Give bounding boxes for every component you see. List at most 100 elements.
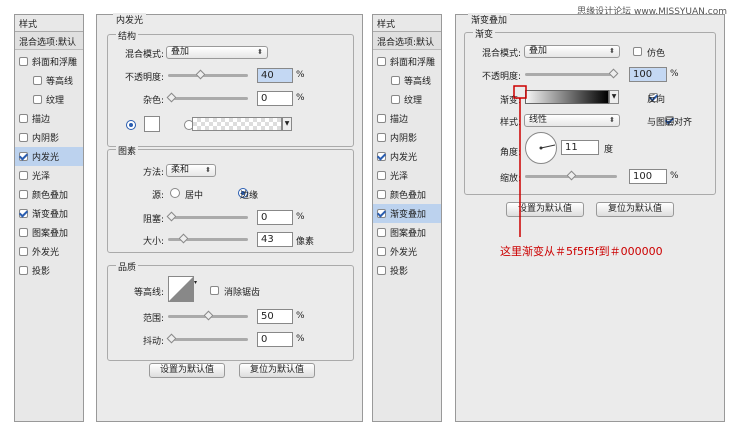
reset-default-button[interactable]: 复位为默认值 (239, 363, 315, 378)
style-list-item[interactable]: 内发光 (15, 147, 83, 166)
style-list-item[interactable]: 图案叠加 (373, 223, 441, 242)
glow-color-swatch[interactable] (144, 116, 160, 132)
slider-knob[interactable] (566, 170, 576, 181)
style-list-item[interactable]: 等高线 (373, 71, 441, 90)
opacity-slider[interactable] (525, 68, 619, 79)
chevron-updown-icon: ⬍ (609, 116, 615, 124)
quality-group: 品质 等高线: ▾ 消除锯齿 范围: 50 % 抖动: 0 % (107, 260, 354, 361)
slider-track (525, 73, 617, 76)
style-list-item[interactable]: 颜色叠加 (373, 185, 441, 204)
style-checkbox[interactable] (33, 95, 42, 104)
style-list-item[interactable]: 描边 (373, 109, 441, 128)
style-checkbox[interactable] (377, 209, 386, 218)
style-list-item[interactable]: 投影 (373, 261, 441, 280)
range-input[interactable]: 50 (257, 309, 293, 324)
style-list-item[interactable]: 纹理 (15, 90, 83, 109)
blend-mode-label: 混合模式: (481, 49, 521, 59)
style-checkbox[interactable] (377, 114, 386, 123)
style-checkbox[interactable] (19, 209, 28, 218)
style-list-item[interactable]: 斜面和浮雕 (373, 52, 441, 71)
blend-mode-select[interactable]: 叠加 ⬍ (524, 45, 620, 58)
opacity-input[interactable]: 40 (257, 68, 293, 83)
style-checkbox[interactable] (391, 76, 400, 85)
reset-default-button[interactable]: 复位为默认值 (596, 202, 674, 217)
size-unit: 像素 (296, 237, 315, 247)
style-list-item[interactable]: 内阴影 (373, 128, 441, 147)
style-checkbox[interactable] (19, 133, 28, 142)
color-radio[interactable] (126, 120, 136, 130)
slider-track (168, 338, 248, 341)
size-input[interactable]: 43 (257, 232, 293, 247)
blend-options-item[interactable]: 混合选项:默认 (373, 32, 441, 50)
style-list-item[interactable]: 外发光 (373, 242, 441, 261)
style-list-label: 纹理 (46, 96, 65, 106)
style-checkbox[interactable] (19, 190, 28, 199)
jitter-input[interactable]: 0 (257, 332, 293, 347)
range-slider[interactable] (168, 310, 248, 321)
style-list-item[interactable]: 渐变叠加 (373, 204, 441, 223)
opacity-input[interactable]: 100 (629, 67, 667, 82)
style-checkbox[interactable] (377, 57, 386, 66)
jitter-slider[interactable] (166, 333, 248, 344)
slider-knob[interactable] (166, 333, 177, 344)
slider-track (168, 97, 248, 100)
angle-input[interactable]: 11 (561, 140, 599, 155)
style-list-item[interactable]: 光泽 (373, 166, 441, 185)
style-list-item[interactable]: 外发光 (15, 242, 83, 261)
style-checkbox[interactable] (377, 152, 386, 161)
antialias-checkbox[interactable] (210, 286, 219, 295)
panel-title: 内发光 (113, 13, 147, 26)
method-select[interactable]: 柔和 ⬍ (166, 164, 216, 177)
style-checkbox[interactable] (19, 57, 28, 66)
source-center-radio[interactable] (170, 188, 180, 198)
style-list-item[interactable]: 渐变叠加 (15, 204, 83, 223)
style-checkbox[interactable] (377, 247, 386, 256)
style-checkbox[interactable] (377, 133, 386, 142)
style-checkbox[interactable] (33, 76, 42, 85)
chevron-down-icon[interactable]: ▼ (282, 117, 292, 131)
contour-dropdown-icon[interactable]: ▾ (194, 276, 200, 302)
choke-slider[interactable] (166, 211, 248, 222)
style-checkbox[interactable] (19, 247, 28, 256)
style-list-item[interactable]: 图案叠加 (15, 223, 83, 242)
opacity-slider[interactable] (168, 69, 248, 80)
style-checkbox[interactable] (19, 171, 28, 180)
style-list-item[interactable]: 投影 (15, 261, 83, 280)
style-list-item[interactable]: 描边 (15, 109, 83, 128)
slider-knob[interactable] (203, 310, 213, 321)
blend-options-item[interactable]: 混合选项:默认 (15, 32, 83, 50)
dither-checkbox[interactable] (633, 47, 642, 56)
style-list-item[interactable]: 斜面和浮雕 (15, 52, 83, 71)
style-checkbox[interactable] (377, 228, 386, 237)
slider-knob[interactable] (195, 69, 206, 80)
slider-knob[interactable] (608, 68, 619, 79)
chevron-down-icon[interactable]: ▼ (609, 90, 619, 104)
style-checkbox[interactable] (377, 266, 386, 275)
choke-input[interactable]: 0 (257, 210, 293, 225)
contour-preview[interactable] (168, 276, 194, 302)
style-list-item[interactable]: 内发光 (373, 147, 441, 166)
right-styles-list: 样式 混合选项:默认 斜面和浮雕 等高线 纹理 描边 内阴影 内发光 光泽 颜色叠加 渐变叠加图… (372, 14, 442, 422)
style-list-item[interactable]: 光泽 (15, 166, 83, 185)
size-slider[interactable] (168, 233, 248, 244)
style-checkbox[interactable] (19, 266, 28, 275)
blend-mode-select[interactable]: 叠加 ⬍ (166, 46, 268, 59)
style-checkbox[interactable] (19, 228, 28, 237)
style-list-item[interactable]: 等高线 (15, 71, 83, 90)
noise-slider[interactable] (166, 92, 248, 103)
slider-knob[interactable] (166, 211, 177, 222)
style-checkbox[interactable] (391, 95, 400, 104)
glow-gradient-swatch[interactable] (192, 117, 282, 131)
scale-input[interactable]: 100 (629, 169, 667, 184)
style-checkbox[interactable] (377, 171, 386, 180)
style-list-item[interactable]: 内阴影 (15, 128, 83, 147)
style-list-item[interactable]: 颜色叠加 (15, 185, 83, 204)
slider-knob[interactable] (166, 92, 177, 103)
style-checkbox[interactable] (377, 190, 386, 199)
style-checkbox[interactable] (19, 114, 28, 123)
slider-knob[interactable] (178, 233, 189, 244)
noise-input[interactable]: 0 (257, 91, 293, 106)
style-list-item[interactable]: 纹理 (373, 90, 441, 109)
style-checkbox[interactable] (19, 152, 28, 161)
set-default-button[interactable]: 设置为默认值 (149, 363, 225, 378)
